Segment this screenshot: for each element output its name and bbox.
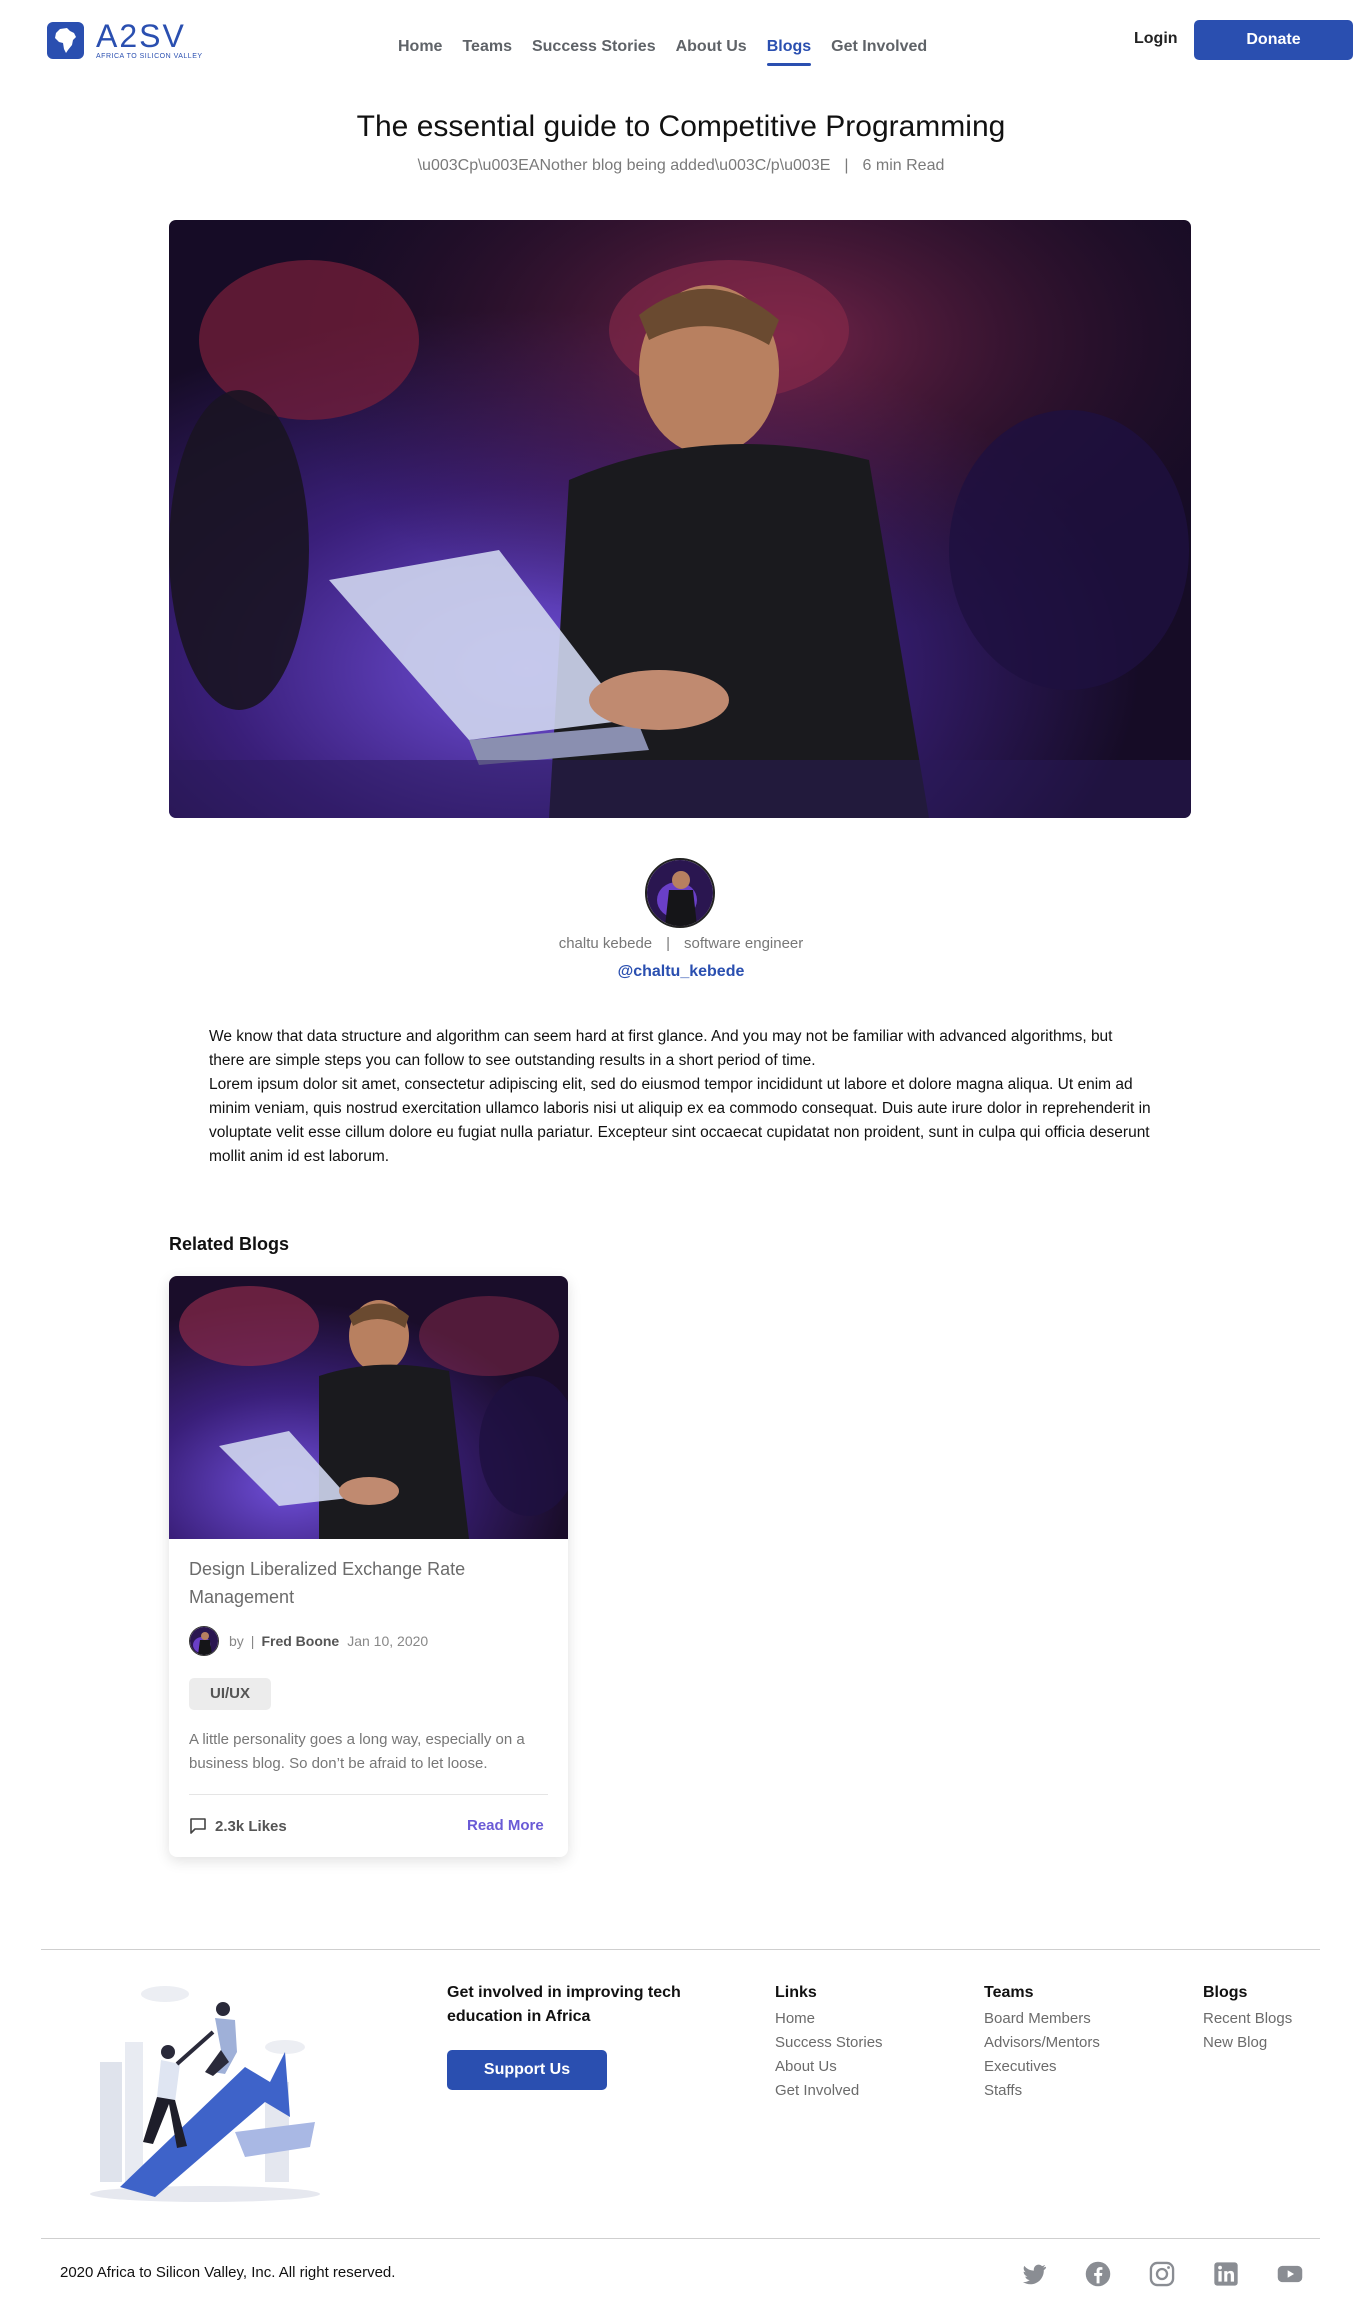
nav-get-involved[interactable]: Get Involved	[831, 38, 927, 56]
linkedin-icon[interactable]	[1212, 2260, 1240, 2288]
footer-links-column: Links Home Success Stories About Us Get …	[775, 1981, 883, 2103]
footer-link-get-involved[interactable]: Get Involved	[775, 2079, 883, 2103]
footer-bottom-divider	[41, 2238, 1320, 2239]
twitter-icon[interactable]	[1020, 2260, 1048, 2288]
site-header: A2SV AFRICA TO SILICON VALLEY Home Teams…	[0, 0, 1362, 80]
footer-link-new-blog[interactable]: New Blog	[1203, 2031, 1292, 2055]
footer-teams-column: Teams Board Members Advisors/Mentors Exe…	[984, 1981, 1100, 2103]
separator: |	[844, 157, 849, 174]
article-body: We know that data structure and algorith…	[209, 1025, 1151, 1169]
related-blog-excerpt: A little personality goes a long way, es…	[189, 1731, 525, 1772]
article-subtitle-row: \u003Cp\u003EANother blog being added\u0…	[0, 157, 1362, 175]
divider	[189, 1794, 548, 1795]
footer-column-heading: Links	[775, 1984, 817, 2001]
nav-teams[interactable]: Teams	[462, 38, 512, 56]
article-paragraph: We know that data structure and algorith…	[209, 1028, 1113, 1069]
footer-link-about-us[interactable]: About Us	[775, 2055, 883, 2079]
author-name: chaltu kebede	[558, 935, 653, 952]
byline-author: Fred Boone	[261, 1633, 340, 1649]
author-handle-link[interactable]: @chaltu_kebede	[0, 963, 1362, 981]
support-us-button[interactable]: Support Us	[447, 2050, 607, 2090]
login-link[interactable]: Login	[1134, 30, 1178, 48]
main-nav: Home Teams Success Stories About Us Blog…	[398, 38, 947, 66]
logo-tagline: AFRICA TO SILICON VALLEY	[96, 53, 203, 60]
footer-divider	[41, 1949, 1320, 1950]
author-role: software engineer	[684, 935, 804, 952]
footer-link-home[interactable]: Home	[775, 2007, 883, 2031]
article-title: The essential guide to Competitive Progr…	[356, 110, 1006, 143]
separator: |	[250, 1633, 255, 1649]
footer-link-board-members[interactable]: Board Members	[984, 2007, 1100, 2031]
footer-column-heading: Blogs	[1203, 1984, 1248, 2001]
footer-blogs-column: Blogs Recent Blogs New Blog	[1203, 1981, 1292, 2055]
footer-illustration	[85, 1972, 325, 2204]
related-blogs-heading: Related Blogs	[169, 1234, 290, 1254]
footer-link-success-stories[interactable]: Success Stories	[775, 2031, 883, 2055]
related-blog-byline: by | Fred Boone Jan 10, 2020	[189, 1626, 428, 1656]
social-links	[1020, 2260, 1304, 2288]
related-blog-title[interactable]: Design Liberalized Exchange Rate Managem…	[189, 1555, 529, 1611]
article-paragraph: Lorem ipsum dolor sit amet, consectetur …	[209, 1076, 1151, 1165]
nav-success-stories[interactable]: Success Stories	[532, 38, 656, 56]
author-meta: chaltu kebede | software engineer	[0, 935, 1362, 952]
comment-icon	[190, 1818, 206, 1834]
footer-link-recent-blogs[interactable]: Recent Blogs	[1203, 2007, 1292, 2031]
footer-column-heading: Teams	[984, 1984, 1034, 2001]
category-tag: UI/UX	[189, 1678, 272, 1710]
site-logo[interactable]: A2SV AFRICA TO SILICON VALLEY	[47, 20, 203, 60]
footer-link-staffs[interactable]: Staffs	[984, 2079, 1100, 2103]
likes-label: 2.3k Likes	[215, 1817, 287, 1835]
avatar	[189, 1626, 219, 1656]
nav-home[interactable]: Home	[398, 38, 442, 56]
nav-blogs[interactable]: Blogs	[766, 38, 812, 66]
copyright-text: 2020 Africa to Silicon Valley, Inc. All …	[60, 2264, 396, 2281]
separator: |	[666, 935, 671, 952]
footer-link-advisors-mentors[interactable]: Advisors/Mentors	[984, 2031, 1100, 2055]
byline-date: Jan 10, 2020	[347, 1633, 429, 1649]
africa-map-icon	[47, 21, 84, 59]
author-avatar	[645, 858, 715, 928]
donate-button[interactable]: Donate	[1194, 20, 1353, 60]
related-blog-image	[169, 1276, 568, 1539]
likes-count: 2.3k Likes	[189, 1817, 287, 1835]
related-blog-card[interactable]: Design Liberalized Exchange Rate Managem…	[169, 1276, 568, 1857]
read-more-link[interactable]: Read More	[467, 1817, 544, 1834]
footer-link-executives[interactable]: Executives	[984, 2055, 1100, 2079]
footer-cta-text: Get involved in improving tech education…	[447, 1984, 681, 2025]
instagram-icon[interactable]	[1148, 2260, 1176, 2288]
facebook-icon[interactable]	[1084, 2260, 1112, 2288]
nav-about-us[interactable]: About Us	[676, 38, 747, 56]
byline-by: by	[229, 1633, 244, 1649]
article-subtitle: \u003Cp\u003EANother blog being added\u0…	[417, 157, 831, 174]
logo-wordmark: A2SV	[96, 18, 186, 54]
article-hero-image	[169, 220, 1191, 818]
read-time: 6 min Read	[862, 157, 945, 174]
youtube-icon[interactable]	[1276, 2260, 1304, 2288]
